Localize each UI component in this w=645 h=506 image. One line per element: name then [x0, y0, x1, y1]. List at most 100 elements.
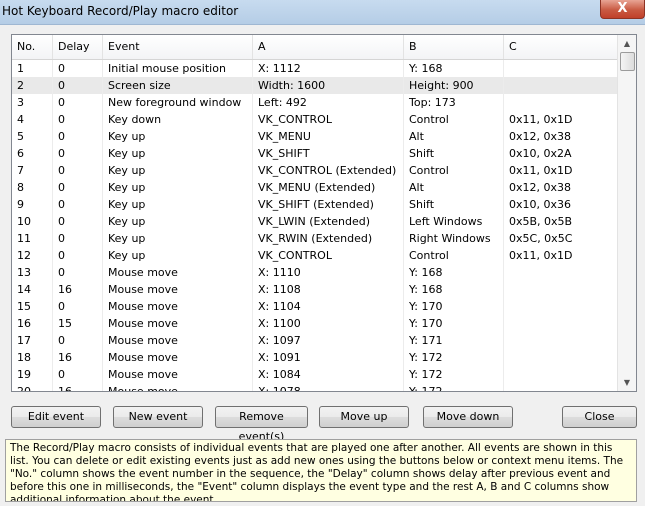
cell-a: Left: 492	[253, 94, 404, 111]
window-close-button[interactable]: X	[600, 0, 645, 19]
table-row[interactable]: 13 0 Mouse move X: 1110 Y: 168	[12, 264, 618, 281]
cell-event: Mouse move	[103, 349, 253, 366]
cell-event: Key up	[103, 196, 253, 213]
table-row[interactable]: 10 0 Key up VK_LWIN (Extended) Left Windows 0…	[12, 213, 618, 230]
cell-no: 5	[12, 128, 53, 145]
cell-delay: 0	[53, 332, 103, 349]
cell-event: Key up	[103, 145, 253, 162]
remove-events-button[interactable]: Remove event(s)	[215, 406, 308, 443]
list-header: No. Delay Event A B C	[12, 35, 618, 60]
cell-delay: 0	[53, 298, 103, 315]
cell-b: Alt	[404, 128, 504, 145]
column-header-c[interactable]: C	[504, 35, 618, 59]
cell-a: VK_SHIFT (Extended)	[253, 196, 404, 213]
table-row[interactable]: 6 0 Key up VK_SHIFT Shift 0x10, 0x2A	[12, 145, 618, 162]
new-event-button[interactable]: New event	[113, 406, 203, 428]
cell-delay: 0	[53, 94, 103, 111]
cell-c: 0x5B, 0x5B	[504, 213, 618, 230]
cell-b: Y: 171	[404, 332, 504, 349]
column-header-event[interactable]: Event	[103, 35, 253, 59]
cell-c	[504, 60, 618, 77]
cell-b: Control	[404, 162, 504, 179]
move-up-button[interactable]: Move up	[319, 406, 409, 428]
cell-a: X: 1110	[253, 264, 404, 281]
cell-c	[504, 94, 618, 111]
cell-no: 9	[12, 196, 53, 213]
column-header-b[interactable]: B	[404, 35, 504, 59]
cell-delay: 16	[53, 281, 103, 298]
table-row[interactable]: 17 0 Mouse move X: 1097 Y: 171	[12, 332, 618, 349]
cell-c	[504, 315, 618, 332]
column-header-delay[interactable]: Delay	[53, 35, 103, 59]
table-row[interactable]: 3 0 New foreground window Left: 492 Top: 173	[12, 94, 618, 111]
cell-no: 10	[12, 213, 53, 230]
cell-a: VK_RWIN (Extended)	[253, 230, 404, 247]
list-rows: 1 0 Initial mouse position X: 1112 Y: 168 2 0 S…	[12, 60, 618, 391]
table-row[interactable]: 15 0 Mouse move X: 1104 Y: 170	[12, 298, 618, 315]
cell-event: Mouse move	[103, 366, 253, 383]
scroll-up-arrow-icon[interactable]: ▲	[619, 35, 635, 52]
table-row[interactable]: 18 16 Mouse move X: 1091 Y: 172	[12, 349, 618, 366]
cell-c	[504, 298, 618, 315]
vertical-scrollbar[interactable]: ▲ ▼	[617, 35, 636, 391]
cell-delay: 0	[53, 230, 103, 247]
edit-event-button[interactable]: Edit event	[11, 406, 101, 428]
cell-b: Shift	[404, 145, 504, 162]
table-row[interactable]: 16 15 Mouse move X: 1100 Y: 170	[12, 315, 618, 332]
cell-event: Mouse move	[103, 281, 253, 298]
cell-event: Mouse move	[103, 298, 253, 315]
cell-event: Initial mouse position	[103, 60, 253, 77]
table-row[interactable]: 8 0 Key up VK_MENU (Extended) Alt 0x12, 0x38	[12, 179, 618, 196]
cell-b: Shift	[404, 196, 504, 213]
table-row[interactable]: 1 0 Initial mouse position X: 1112 Y: 168	[12, 60, 618, 77]
table-row[interactable]: 7 0 Key up VK_CONTROL (Extended) Control 0x11…	[12, 162, 618, 179]
cell-c	[504, 77, 618, 94]
cell-b: Y: 172	[404, 383, 504, 391]
cell-c	[504, 332, 618, 349]
table-row[interactable]: 12 0 Key up VK_CONTROL Control 0x11, 0x1D	[12, 247, 618, 264]
table-row[interactable]: 11 0 Key up VK_RWIN (Extended) Right Windows…	[12, 230, 618, 247]
cell-no: 13	[12, 264, 53, 281]
table-row[interactable]: 20 16 Mouse move X: 1078 Y: 172	[12, 383, 618, 391]
cell-no: 14	[12, 281, 53, 298]
cell-no: 11	[12, 230, 53, 247]
events-list[interactable]: No. Delay Event A B C 1 0 Initial mouse po…	[11, 34, 637, 392]
cell-c	[504, 281, 618, 298]
cell-event: Key up	[103, 213, 253, 230]
cell-b: Left Windows	[404, 213, 504, 230]
scroll-thumb[interactable]	[620, 52, 635, 71]
cell-no: 1	[12, 60, 53, 77]
cell-c: 0x5C, 0x5C	[504, 230, 618, 247]
move-down-button[interactable]: Move down	[423, 406, 513, 428]
table-row[interactable]: 19 0 Mouse move X: 1084 Y: 172	[12, 366, 618, 383]
column-header-a[interactable]: A	[253, 35, 404, 59]
cell-no: 16	[12, 315, 53, 332]
cell-delay: 16	[53, 349, 103, 366]
cell-delay: 15	[53, 315, 103, 332]
table-row[interactable]: 5 0 Key up VK_MENU Alt 0x12, 0x38	[12, 128, 618, 145]
cell-c: 0x10, 0x36	[504, 196, 618, 213]
scroll-down-arrow-icon[interactable]: ▼	[619, 374, 635, 391]
help-text-box: The Record/Play macro consists of indivi…	[5, 439, 637, 502]
cell-no: 7	[12, 162, 53, 179]
cell-delay: 0	[53, 179, 103, 196]
table-row[interactable]: 14 16 Mouse move X: 1108 Y: 168	[12, 281, 618, 298]
close-button[interactable]: Close	[562, 406, 637, 428]
cell-no: 15	[12, 298, 53, 315]
cell-delay: 0	[53, 162, 103, 179]
table-row[interactable]: 4 0 Key down VK_CONTROL Control 0x11, 0x1D	[12, 111, 618, 128]
cell-no: 17	[12, 332, 53, 349]
cell-a: VK_CONTROL (Extended)	[253, 162, 404, 179]
cell-event: Mouse move	[103, 315, 253, 332]
cell-b: Y: 170	[404, 298, 504, 315]
cell-a: X: 1078	[253, 383, 404, 391]
column-header-no[interactable]: No.	[12, 35, 53, 59]
table-row[interactable]: 2 0 Screen size Width: 1600 Height: 900	[12, 77, 618, 94]
cell-no: 19	[12, 366, 53, 383]
table-row[interactable]: 9 0 Key up VK_SHIFT (Extended) Shift 0x10, 0x…	[12, 196, 618, 213]
cell-event: Mouse move	[103, 332, 253, 349]
cell-a: X: 1100	[253, 315, 404, 332]
cell-a: VK_CONTROL	[253, 111, 404, 128]
cell-no: 20	[12, 383, 53, 391]
cell-a: X: 1097	[253, 332, 404, 349]
